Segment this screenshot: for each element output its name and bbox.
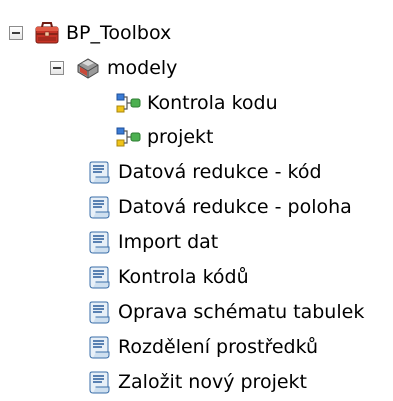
tree-item-label: Kontrola kódů (118, 266, 249, 288)
tree-item-bp-toolbox[interactable]: BP_Toolbox (9, 16, 171, 50)
tree-item-script[interactable]: Import dat (86, 225, 218, 259)
tree-item-label: Založit nový projekt (118, 371, 307, 393)
tree-item-label: Import dat (118, 231, 219, 253)
toolset-icon (77, 58, 99, 79)
script-icon (89, 266, 110, 289)
script-icon (89, 371, 110, 394)
script-icon (89, 336, 110, 359)
script-icon (89, 161, 110, 184)
tree-item-script[interactable]: Oprava schématu tabulek (86, 295, 364, 329)
script-icon (89, 231, 110, 254)
script-icon (89, 196, 110, 219)
tree-item-projekt[interactable]: projekt (115, 120, 214, 154)
tree-item-kontrola-kodu[interactable]: Kontrola kodu (115, 86, 278, 120)
collapse-toggle-bp-toolbox[interactable] (9, 26, 23, 40)
tree-item-label: Rozdělení prostředků (118, 336, 319, 358)
tree-item-script[interactable]: Datová redukce - poloha (86, 190, 352, 224)
toolbox-icon (35, 22, 59, 44)
tree-item-label: Datová redukce - poloha (118, 196, 352, 218)
tree-item-script[interactable]: Rozdělení prostředků (86, 330, 318, 364)
toolbox-tree: BP_Toolbox modely Kontrola kodu projekt … (0, 0, 393, 401)
tree-item-script[interactable]: Kontrola kódů (86, 260, 249, 294)
model-icon (116, 93, 141, 113)
script-icon (89, 301, 110, 324)
model-icon (116, 127, 141, 147)
collapse-toggle-modely[interactable] (50, 61, 64, 75)
tree-item-label: Datová redukce - kód (118, 161, 322, 183)
tree-item-label: modely (107, 57, 178, 79)
tree-item-label: Kontrola kodu (147, 92, 278, 114)
tree-item-script[interactable]: Datová redukce - kód (86, 155, 322, 189)
tree-item-label: Oprava schématu tabulek (118, 301, 365, 323)
tree-item-script[interactable]: Založit nový projekt (86, 365, 307, 399)
tree-item-label: projekt (147, 126, 214, 148)
tree-item-modely[interactable]: modely (50, 51, 177, 85)
tree-item-label: BP_Toolbox (66, 22, 172, 44)
